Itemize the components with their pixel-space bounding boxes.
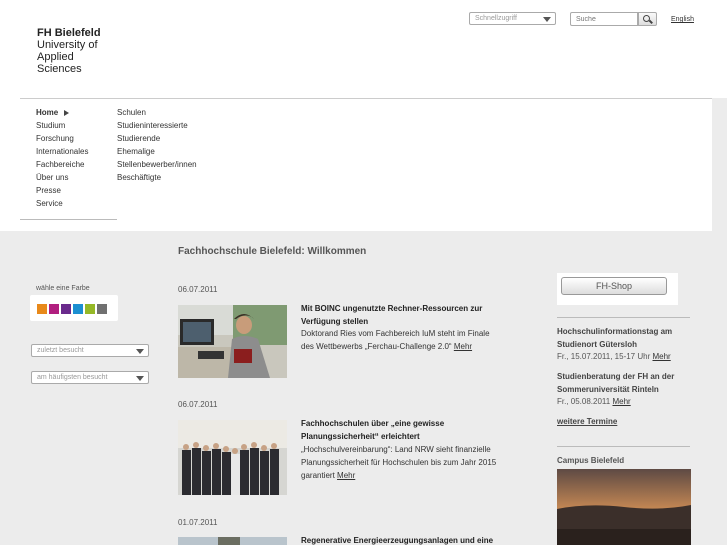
more-link[interactable]: Mehr bbox=[337, 471, 355, 480]
campus-title: Campus Bielefeld bbox=[557, 456, 625, 465]
divider bbox=[557, 317, 690, 318]
nav-item-forschung[interactable]: Forschung bbox=[36, 132, 117, 145]
news-date: 01.07.2011 bbox=[178, 518, 218, 527]
logo[interactable]: FH Bielefeld University of Applied Scien… bbox=[33, 25, 116, 75]
logo-line-2: University of bbox=[37, 39, 98, 51]
color-swatch-purple[interactable] bbox=[61, 304, 71, 314]
nav-item-stellenbewerber[interactable]: Stellenbewerber/innen bbox=[117, 158, 197, 171]
campus-image[interactable] bbox=[557, 469, 691, 545]
nav-item-service[interactable]: Service bbox=[36, 197, 117, 210]
nav-item-beschaeftigte[interactable]: Beschäftigte bbox=[117, 171, 197, 184]
search-box bbox=[570, 12, 657, 26]
language-link[interactable]: English bbox=[671, 16, 694, 23]
most-visited-select[interactable]: am häufigsten besucht bbox=[31, 371, 149, 384]
search-button[interactable] bbox=[638, 12, 657, 26]
navigation: Home Studium Forschung Internationales F… bbox=[20, 98, 712, 230]
nav-item-studierende[interactable]: Studierende bbox=[117, 132, 197, 145]
nav-item-ehemalige[interactable]: Ehemalige bbox=[117, 145, 197, 158]
color-chooser bbox=[30, 295, 118, 321]
color-swatch-orange[interactable] bbox=[37, 304, 47, 314]
news-image[interactable] bbox=[178, 420, 287, 495]
nav-item-home[interactable]: Home bbox=[36, 106, 117, 119]
chevron-down-icon bbox=[136, 349, 144, 354]
logo-line-3: Applied Sciences bbox=[37, 51, 82, 75]
logo-line-1: FH Bielefeld bbox=[37, 27, 101, 39]
event-title[interactable]: Studienberatung der FH an der Sommeruniv… bbox=[557, 370, 690, 396]
nav-item-studium[interactable]: Studium bbox=[36, 119, 117, 132]
arrow-right-icon bbox=[64, 109, 70, 116]
search-input[interactable] bbox=[570, 12, 638, 26]
news-title[interactable]: Regenerative Energieerzeugungsanlagen un… bbox=[301, 534, 501, 545]
header: FH Bielefeld University of Applied Scien… bbox=[0, 0, 727, 98]
content-area: Fachhochschule Bielefeld: Willkommen wäh… bbox=[0, 231, 727, 545]
news-date: 06.07.2011 bbox=[178, 400, 218, 409]
color-swatch-magenta[interactable] bbox=[49, 304, 59, 314]
color-swatch-green[interactable] bbox=[85, 304, 95, 314]
news-title[interactable]: Mit BOINC ungenutzte Rechner-Ressourcen … bbox=[301, 302, 501, 328]
chevron-down-icon bbox=[136, 376, 144, 381]
divider bbox=[20, 219, 117, 220]
quick-access-select[interactable]: Schnellzugriff bbox=[469, 12, 556, 25]
recently-visited-select[interactable]: zuletzt besucht bbox=[31, 344, 149, 357]
color-swatch-gray[interactable] bbox=[97, 304, 107, 314]
chevron-down-icon bbox=[543, 17, 551, 22]
more-link[interactable]: Mehr bbox=[652, 352, 670, 361]
nav-item-fachbereiche[interactable]: Fachbereiche bbox=[36, 158, 117, 171]
event-date: Fr., 15.07.2011, 15-17 Uhr Mehr bbox=[557, 352, 671, 361]
event-date: Fr., 05.08.2011 Mehr bbox=[557, 397, 631, 406]
most-visited-value: am häufigsten besucht bbox=[37, 374, 108, 381]
news-teaser: Doktorand Ries vom Fachbereich IuM steht… bbox=[301, 329, 490, 351]
news-teaser: „Hochschulvereinbarung“: Land NRW sieht … bbox=[301, 445, 497, 480]
page-title: Fachhochschule Bielefeld: Willkommen bbox=[178, 246, 367, 257]
news-image[interactable] bbox=[178, 305, 287, 378]
shop-button[interactable]: FH-Shop bbox=[561, 277, 667, 295]
shop-banner: FH-Shop bbox=[557, 273, 678, 305]
quick-access-value: Schnellzugriff bbox=[475, 15, 517, 22]
divider bbox=[557, 446, 690, 447]
secondary-nav: Schulen Studieninteressierte Studierende… bbox=[117, 106, 197, 184]
nav-item-studieninteressierte[interactable]: Studieninteressierte bbox=[117, 119, 197, 132]
news-title[interactable]: Fachhochschulen über „eine gewisse Planu… bbox=[301, 417, 501, 443]
more-events-link[interactable]: weitere Termine bbox=[557, 417, 617, 426]
color-swatch-blue[interactable] bbox=[73, 304, 83, 314]
event-title[interactable]: Hochschulinformationstag am Studienort G… bbox=[557, 325, 690, 351]
nav-item-presse[interactable]: Presse bbox=[36, 184, 117, 197]
news-date: 06.07.2011 bbox=[178, 285, 218, 294]
color-chooser-label: wähle eine Farbe bbox=[36, 285, 90, 292]
nav-item-schulen[interactable]: Schulen bbox=[117, 106, 197, 119]
more-link[interactable]: Mehr bbox=[612, 397, 630, 406]
nav-item-ueber-uns[interactable]: Über uns bbox=[36, 171, 117, 184]
news-image[interactable] bbox=[178, 537, 287, 545]
nav-item-internationales[interactable]: Internationales bbox=[36, 145, 117, 158]
recently-visited-value: zuletzt besucht bbox=[37, 347, 84, 354]
more-link[interactable]: Mehr bbox=[454, 342, 472, 351]
primary-nav: Home Studium Forschung Internationales F… bbox=[36, 106, 117, 210]
